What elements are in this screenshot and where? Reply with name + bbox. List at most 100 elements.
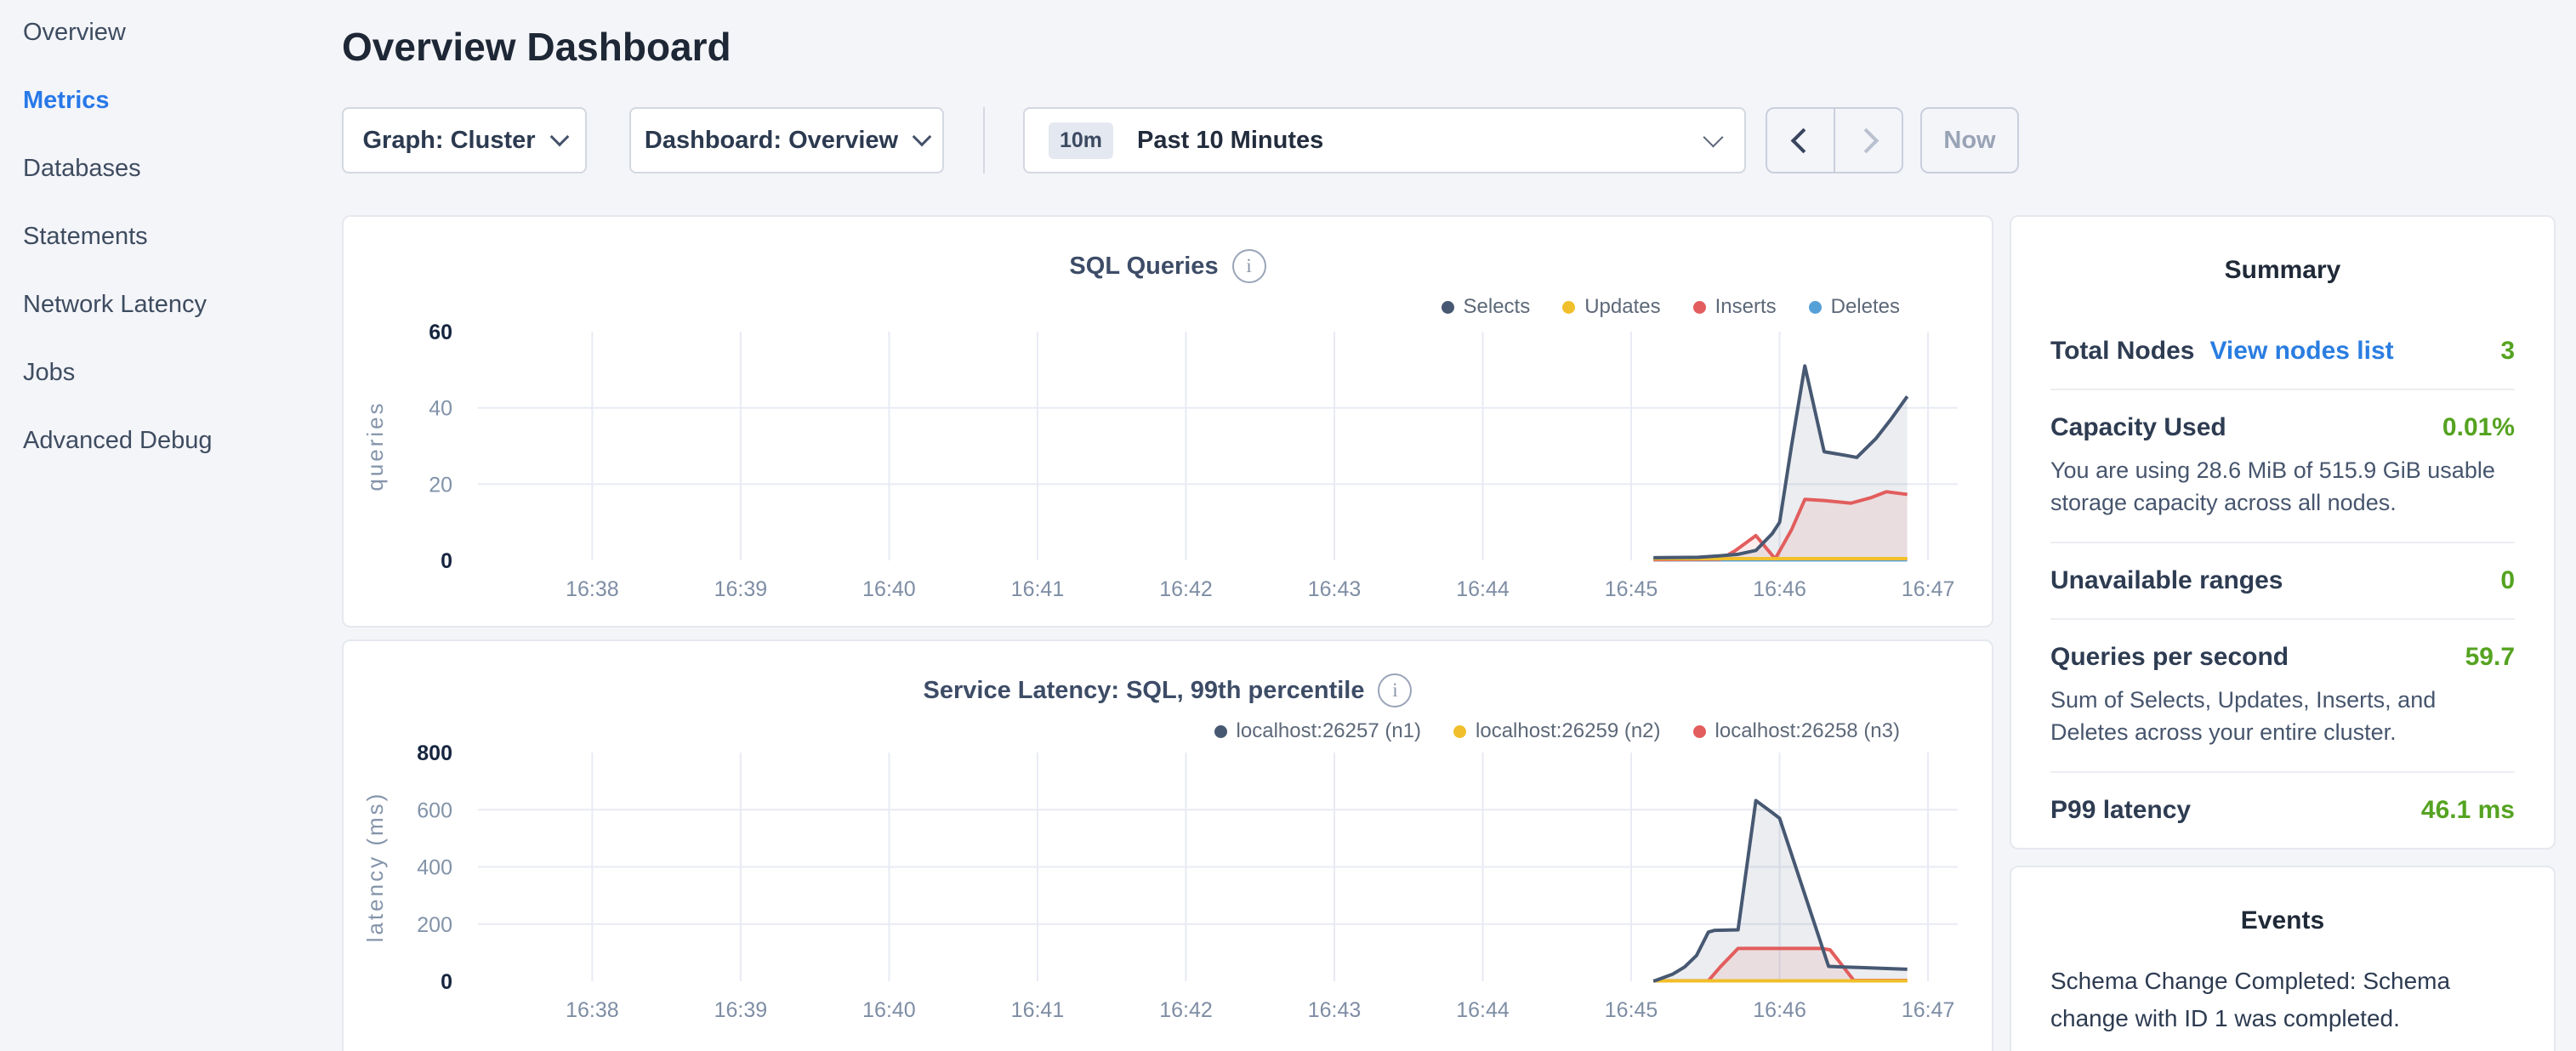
chart-title: SQL Queries <box>1069 253 1218 281</box>
now-button[interactable]: Now <box>1920 107 2019 173</box>
chevron-right-icon <box>1853 128 1879 153</box>
legend-item[interactable]: Selects <box>1442 295 1531 319</box>
svg-text:16:44: 16:44 <box>1456 998 1510 1022</box>
svg-text:60: 60 <box>429 321 452 344</box>
chevron-left-icon <box>1790 128 1816 153</box>
summary-row: Capacity Used 0.01% You are using 28.6 MiB… <box>2050 390 2515 543</box>
view-nodes-list-link[interactable]: View nodes list <box>2209 337 2393 366</box>
svg-text:16:44: 16:44 <box>1456 577 1510 601</box>
summary-row: P99 latency46.1 ms <box>2050 773 2515 848</box>
svg-text:0: 0 <box>441 970 452 994</box>
prev-interval-button[interactable] <box>1767 109 1835 172</box>
summary-row: Queries per second59.7Sum of Selects, Up… <box>2050 620 2515 773</box>
chart-title-row: Service Latency: SQL, 99th percentile i <box>344 673 1992 707</box>
legend-label: Deletes <box>1831 295 1900 319</box>
svg-text:800: 800 <box>417 741 452 765</box>
summary-label: Capacity Used <box>2050 413 2226 442</box>
svg-text:40: 40 <box>429 397 452 421</box>
svg-text:16:47: 16:47 <box>1902 577 1955 601</box>
event-timestamp: May 13, 2020 at 4:45 PM <box>2050 1048 2515 1051</box>
events-title: Events <box>2011 906 2554 935</box>
controls-row: Graph: Cluster Dashboard: Overview 10m P… <box>342 107 2019 173</box>
time-nav-group <box>1766 107 1903 173</box>
chart-title: Service Latency: SQL, 99th percentile <box>924 677 1365 705</box>
legend-label: localhost:26258 (n3) <box>1715 719 1900 743</box>
dashboard-dropdown-label: Dashboard: Overview <box>645 127 898 155</box>
legend-label: Inserts <box>1715 295 1777 319</box>
legend-item[interactable]: localhost:26259 (n2) <box>1453 719 1660 743</box>
summary-subtext: Sum of Selects, Updates, Inserts, and De… <box>2050 684 2515 748</box>
sidebar-item-jobs[interactable]: Jobs <box>23 359 329 387</box>
chevron-down-icon <box>549 128 569 147</box>
chart-title-row: SQL Queries i <box>344 249 1992 283</box>
summary-subtext: You are using 28.6 MiB of 515.9 GiB usab… <box>2050 454 2515 519</box>
legend-label: Selects <box>1464 295 1531 319</box>
legend-label: localhost:26257 (n1) <box>1237 719 1421 743</box>
svg-text:16:46: 16:46 <box>1753 577 1806 601</box>
legend-item[interactable]: Updates <box>1562 295 1660 319</box>
divider <box>983 107 985 173</box>
sidebar-item-network-latency[interactable]: Network Latency <box>23 291 329 319</box>
svg-text:16:45: 16:45 <box>1605 577 1658 601</box>
legend-item[interactable]: localhost:26258 (n3) <box>1693 719 1900 743</box>
svg-text:16:42: 16:42 <box>1159 998 1213 1022</box>
legend-item[interactable]: Inserts <box>1693 295 1777 319</box>
sql-queries-chart-card: SQL Queries i Selects Updates Inserts Delet… <box>342 215 1993 628</box>
summary-value: 0.01% <box>2442 413 2515 442</box>
svg-text:16:39: 16:39 <box>714 998 768 1022</box>
chevron-down-icon <box>913 128 932 147</box>
info-icon[interactable]: i <box>1378 673 1412 707</box>
summary-label: Total Nodes <box>2050 337 2194 366</box>
svg-text:16:40: 16:40 <box>862 998 916 1022</box>
graph-dropdown-label: Graph: Cluster <box>362 127 535 155</box>
chevron-down-icon <box>1703 127 1723 147</box>
time-range-picker[interactable]: 10m Past 10 Minutes <box>1023 107 1746 173</box>
events-list: Schema Change Completed: Schema change w… <box>2011 963 2554 1051</box>
time-range-label: Past 10 Minutes <box>1137 127 1323 155</box>
sidebar-item-advanced-debug[interactable]: Advanced Debug <box>23 427 329 455</box>
legend-item[interactable]: Deletes <box>1809 295 1900 319</box>
info-icon[interactable]: i <box>1232 249 1266 283</box>
legend-item[interactable]: localhost:26257 (n1) <box>1214 719 1421 743</box>
svg-text:16:42: 16:42 <box>1159 577 1213 601</box>
svg-text:20: 20 <box>429 473 452 497</box>
dashboard-dropdown[interactable]: Dashboard: Overview <box>629 107 944 173</box>
svg-text:200: 200 <box>417 913 452 937</box>
summary-value: 0 <box>2500 566 2515 595</box>
event-text: Schema Change Completed: Schema change w… <box>2050 963 2515 1037</box>
legend-label: localhost:26259 (n2) <box>1476 719 1660 743</box>
event-item[interactable]: Schema Change Completed: Schema change w… <box>2050 963 2515 1051</box>
sidebar-item-overview[interactable]: Overview <box>23 19 329 47</box>
legend-dot-icon <box>1442 301 1454 314</box>
sidebar-item-databases[interactable]: Databases <box>23 155 329 183</box>
summary-value: 3 <box>2500 337 2515 366</box>
svg-text:16:43: 16:43 <box>1308 577 1362 601</box>
time-range-badge: 10m <box>1049 122 1113 159</box>
legend-dot-icon <box>1693 725 1706 738</box>
summary-row: Unavailable ranges0 <box>2050 543 2515 620</box>
svg-text:queries: queries <box>362 401 388 491</box>
summary-title: Summary <box>2011 256 2554 285</box>
legend-dot-icon <box>1453 725 1466 738</box>
legend-dot-icon <box>1693 301 1706 314</box>
svg-text:16:40: 16:40 <box>862 577 916 601</box>
svg-text:16:45: 16:45 <box>1605 998 1658 1022</box>
svg-text:16:46: 16:46 <box>1753 998 1806 1022</box>
svg-text:16:47: 16:47 <box>1902 998 1955 1022</box>
graph-dropdown[interactable]: Graph: Cluster <box>342 107 587 173</box>
sidebar: Overview Metrics Databases Statements Networ… <box>23 19 329 495</box>
page-title: Overview Dashboard <box>342 24 731 70</box>
legend-dot-icon <box>1562 301 1575 314</box>
svg-text:16:38: 16:38 <box>566 998 619 1022</box>
chart-legend: localhost:26257 (n1) localhost:26259 (n2)… <box>1214 719 1900 743</box>
svg-text:600: 600 <box>417 798 452 822</box>
svg-text:16:43: 16:43 <box>1308 998 1362 1022</box>
summary-row: Total Nodes View nodes list 3 <box>2050 314 2515 390</box>
legend-dot-icon <box>1214 725 1227 738</box>
sidebar-item-metrics[interactable]: Metrics <box>23 87 329 115</box>
sidebar-item-statements[interactable]: Statements <box>23 223 329 251</box>
service-latency-chart-card: Service Latency: SQL, 99th percentile i … <box>342 639 1993 1051</box>
next-interval-button[interactable] <box>1835 109 1902 172</box>
svg-text:16:41: 16:41 <box>1011 577 1065 601</box>
page: Overview Metrics Databases Statements Networ… <box>0 0 2576 1051</box>
